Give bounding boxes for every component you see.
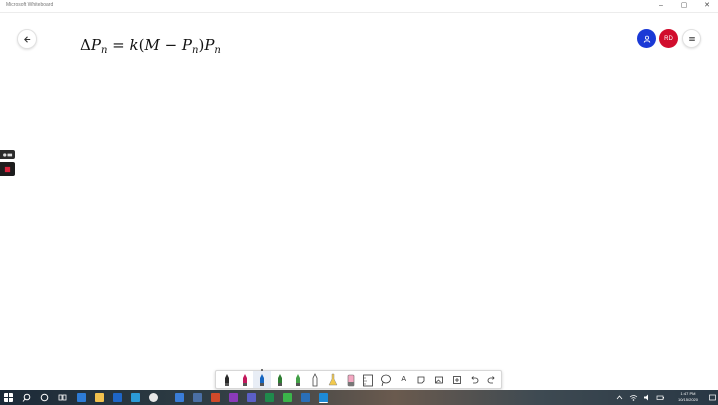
pen-icon	[242, 373, 247, 386]
title-bar: Microsoft Whiteboard – ▢ ✕	[0, 0, 718, 13]
text-icon: A	[401, 376, 407, 383]
cortana-icon[interactable]	[40, 393, 49, 402]
settings-menu-button[interactable]	[682, 29, 701, 48]
text-tool[interactable]: A	[395, 371, 413, 388]
maximize-button[interactable]: ▢	[673, 0, 695, 12]
pen-icon	[224, 373, 229, 386]
redo-button[interactable]	[483, 371, 501, 388]
file-explorer-icon[interactable]	[95, 393, 104, 402]
clock-date: 10/15/2020	[677, 397, 699, 402]
excel-icon[interactable]	[265, 393, 274, 402]
eye-icon	[3, 152, 13, 157]
store-icon[interactable]	[175, 393, 184, 402]
edge-icon[interactable]	[77, 393, 86, 402]
close-button[interactable]: ✕	[696, 0, 718, 12]
windows-start-icon[interactable]	[4, 393, 13, 402]
undo-button[interactable]	[466, 371, 484, 388]
volume-icon[interactable]	[643, 393, 652, 402]
windows-taskbar: 1:47 PM 10/15/2020	[0, 390, 718, 405]
mail-icon[interactable]	[131, 393, 140, 402]
pen-icon	[277, 373, 282, 386]
action-center-icon[interactable]	[708, 393, 717, 402]
highlighter-icon	[328, 373, 338, 385]
onenote-icon[interactable]	[229, 393, 238, 402]
arrow-left-icon	[23, 35, 30, 43]
view-toggle-tab[interactable]	[0, 150, 15, 159]
app-icon[interactable]	[193, 393, 202, 402]
highlighter-tool[interactable]	[324, 371, 342, 388]
ruler-icon	[363, 374, 374, 386]
whiteboard-icon[interactable]	[319, 393, 328, 403]
note-tool[interactable]	[413, 371, 431, 388]
formula-ink[interactable]: ΔPn = k(M − Pn)Pn	[80, 36, 221, 56]
profile-initials: RD	[664, 35, 673, 42]
task-view-icon[interactable]	[58, 393, 67, 402]
minimize-button[interactable]: –	[650, 0, 672, 12]
eraser-tool[interactable]	[342, 371, 360, 388]
app-icon[interactable]	[283, 393, 292, 402]
note-icon	[418, 376, 425, 383]
pen-green-light-tool[interactable]	[289, 371, 307, 388]
pen-black-tool[interactable]	[218, 371, 236, 388]
person-icon	[643, 35, 650, 43]
pen-icon	[295, 373, 300, 386]
pen-red-tool[interactable]	[236, 371, 254, 388]
image-tool[interactable]	[430, 371, 448, 388]
redo-icon	[487, 375, 495, 383]
search-icon[interactable]	[22, 393, 31, 402]
app-title: Microsoft Whiteboard	[6, 2, 54, 8]
lasso-tool[interactable]	[377, 371, 395, 388]
powerpoint-icon[interactable]	[211, 393, 220, 402]
lasso-icon	[381, 374, 391, 386]
pen-icon	[312, 372, 318, 386]
back-button[interactable]	[17, 29, 37, 49]
undo-icon	[471, 375, 479, 383]
chrome-icon[interactable]	[149, 393, 158, 402]
teams-icon[interactable]	[247, 393, 256, 402]
image-icon	[435, 376, 443, 383]
eraser-icon	[347, 374, 354, 386]
profile-button[interactable]: RD	[659, 29, 678, 48]
notification-tray-icon[interactable]	[615, 393, 624, 402]
pen-blue-tool[interactable]	[253, 369, 272, 388]
word-icon[interactable]	[113, 393, 122, 402]
record-icon	[4, 166, 11, 172]
insert-icon	[452, 375, 461, 384]
taskbar-clock[interactable]: 1:47 PM 10/15/2020	[668, 391, 708, 403]
record-tab[interactable]	[0, 162, 15, 176]
insert-tool[interactable]	[448, 371, 466, 388]
pen-icon	[260, 373, 265, 386]
pen-outline-tool[interactable]	[306, 371, 324, 388]
outlook-icon[interactable]	[301, 393, 310, 402]
ruler-tool[interactable]	[360, 371, 378, 388]
ink-toolbar: A	[215, 369, 502, 389]
hamburger-icon	[688, 36, 695, 41]
pen-green-tool[interactable]	[271, 371, 289, 388]
battery-icon[interactable]	[656, 393, 665, 402]
invite-user-button[interactable]	[637, 29, 656, 48]
wifi-icon[interactable]	[629, 393, 638, 402]
